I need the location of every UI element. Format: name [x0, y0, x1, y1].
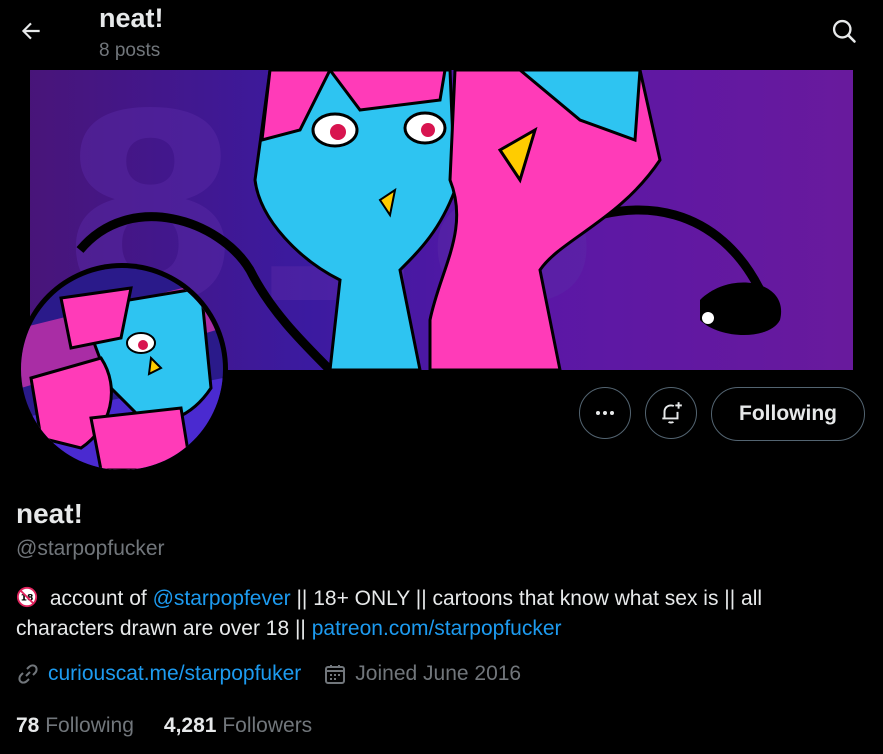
followers-count: 4,281: [163, 714, 217, 737]
top-bar: neat! 8 posts: [0, 0, 883, 70]
following-count: 78: [16, 714, 40, 737]
search-icon: [832, 19, 856, 43]
more-horizontal-icon: [596, 411, 614, 415]
no-under-18-icon: 18: [16, 586, 38, 608]
calendar-icon: [325, 665, 346, 684]
post-count: 8 posts: [99, 40, 161, 61]
more-options-button[interactable]: [579, 387, 631, 439]
patreon-link[interactable]: patreon.com/starpopfucker: [312, 617, 562, 640]
avatar-illustration: [21, 268, 223, 470]
avatar[interactable]: [21, 268, 223, 470]
following-stat[interactable]: 78 Following: [16, 714, 134, 738]
link-icon: [18, 664, 38, 684]
following-button[interactable]: Following: [711, 387, 865, 441]
following-label: Following: [45, 714, 134, 737]
search-button[interactable]: [825, 12, 863, 50]
profile-handle: @starpopfucker: [16, 537, 165, 560]
website-link[interactable]: curiouscat.me/starpopfuker: [48, 662, 301, 686]
profile-name: neat!: [16, 498, 83, 529]
bio-mention-link[interactable]: @starpopfever: [153, 587, 291, 610]
arrow-left-icon: [21, 22, 40, 40]
avatar-frame[interactable]: [16, 263, 228, 475]
followers-label: Followers: [222, 714, 313, 737]
followers-stat[interactable]: 4,281 Followers: [164, 714, 312, 738]
profile-meta: curiouscat.me/starpopfuker Joined June 2…: [16, 662, 521, 686]
page-title: neat!: [99, 3, 164, 33]
notifications-button[interactable]: [645, 387, 697, 439]
profile-stats: 78 Following 4,281 Followers: [16, 714, 342, 738]
bell-plus-icon: [662, 402, 682, 424]
joined-date: Joined June 2016: [355, 662, 522, 685]
profile-bio: 18 account of @starpopfever || 18+ ONLY …: [16, 584, 856, 644]
bio-text-1: account of: [44, 587, 153, 610]
header-title-block: neat! 8 posts: [99, 2, 164, 62]
back-button[interactable]: [12, 12, 50, 50]
